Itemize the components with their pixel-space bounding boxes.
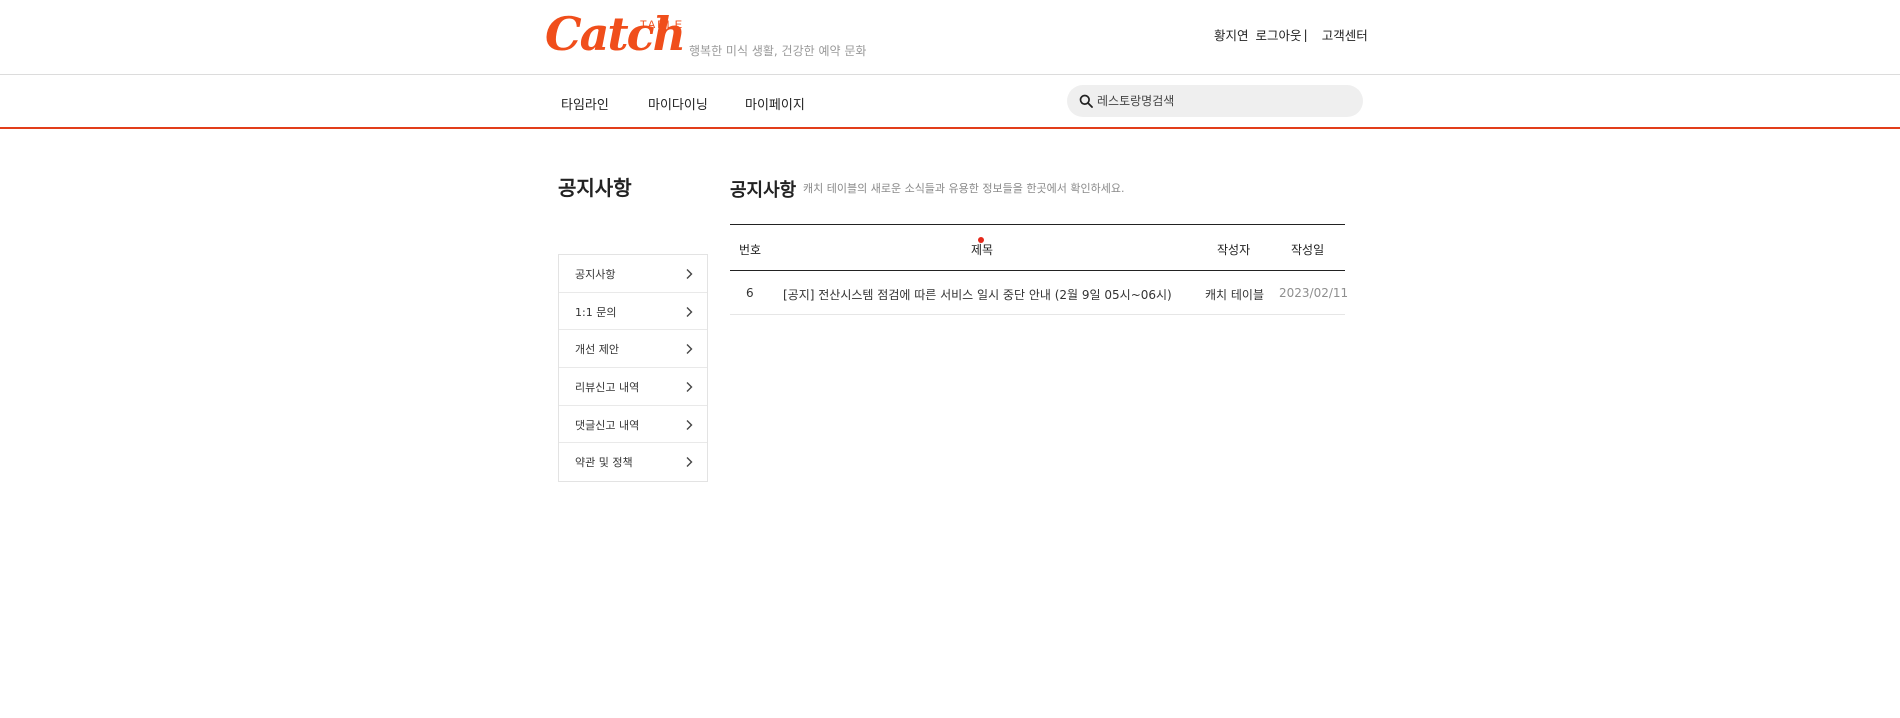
cursor-dot: [978, 237, 984, 243]
chevron-right-icon: [686, 419, 693, 430]
chevron-right-icon: [686, 306, 693, 317]
customer-center-link[interactable]: 고객센터: [1322, 25, 1368, 44]
column-header-title: 제목: [971, 243, 994, 257]
chevron-right-icon: [686, 382, 693, 393]
search-icon[interactable]: [1079, 94, 1093, 108]
sidebar-item-label: 공지사항: [575, 268, 616, 281]
table-header: 번호 제목 작성자 작성일: [730, 224, 1345, 271]
notice-table: 번호 제목 작성자 작성일 6 [공지] 전산시스템 점검에 따른 서비스 일시…: [730, 224, 1349, 315]
page-description: 캐치 테이블의 새로운 소식들과 유용한 정보들을 한곳에서 확인하세요.: [803, 182, 1125, 195]
sidebar-menu: 공지사항 1:1 문의 개선 제안 리뷰신고 내역 댓글신고 내역 약관 및 정…: [558, 254, 708, 483]
nav-bar: 타임라인 마이다이닝 마이페이지: [0, 75, 1900, 129]
sidebar-item-label: 리뷰신고 내역: [575, 381, 640, 395]
row-number: 6: [746, 286, 754, 300]
column-header-number: 번호: [739, 243, 762, 257]
table-row[interactable]: 6 [공지] 전산시스템 점검에 따른 서비스 일시 중단 안내 (2월 9일 …: [730, 271, 1349, 315]
user-menu: 황지연 로그아웃 | 고객센터: [1214, 25, 1368, 44]
column-header-date: 작성일: [1291, 243, 1325, 257]
column-header-author: 작성자: [1217, 243, 1251, 257]
nav-item-mypage[interactable]: 마이페이지: [745, 94, 805, 113]
search-box[interactable]: [1067, 85, 1363, 117]
page-title: 공지사항: [730, 180, 797, 201]
chevron-right-icon: [686, 269, 693, 279]
sidebar-item-review-reports[interactable]: 리뷰신고 내역: [559, 368, 707, 406]
sidebar-title: 공지사항: [558, 176, 632, 200]
sidebar-item-suggestion[interactable]: 개선 제안: [559, 330, 707, 369]
menu-separator: |: [1303, 27, 1308, 42]
restaurant-search-input[interactable]: [1097, 85, 1347, 117]
user-name[interactable]: 황지연: [1214, 25, 1249, 44]
nav-item-mydining[interactable]: 마이다이닝: [648, 94, 708, 113]
sidebar-item-label: 댓글신고 내역: [575, 418, 640, 432]
sidebar-item-label: 개선 제안: [575, 343, 619, 357]
sidebar-item-comment-reports[interactable]: 댓글신고 내역: [559, 406, 707, 444]
nav-item-timeline[interactable]: 타임라인: [561, 94, 609, 113]
logo-subtext: TABLE: [640, 19, 685, 31]
sidebar-item-terms[interactable]: 약관 및 정책: [559, 443, 707, 481]
chevron-right-icon: [686, 457, 693, 468]
catchtable-logo[interactable]: Catch TABLE: [545, 7, 686, 61]
top-header: Catch TABLE 행복한 미식 생활, 건강한 예약 문화 황지연 로그아…: [0, 0, 1900, 75]
row-author: 캐치 테이블: [1205, 288, 1265, 302]
tagline: 행복한 미식 생활, 건강한 예약 문화: [689, 44, 867, 58]
sidebar-item-label: 약관 및 정책: [575, 456, 633, 470]
chevron-right-icon: [686, 344, 693, 355]
row-date: 2023/02/11: [1279, 286, 1349, 300]
sidebar-item-inquiry[interactable]: 1:1 문의: [559, 293, 707, 331]
logout-link[interactable]: 로그아웃: [1256, 25, 1302, 44]
row-title-link[interactable]: [공지] 전산시스템 점검에 따른 서비스 일시 중단 안내 (2월 9일 05…: [783, 286, 1172, 303]
sidebar-item-label: 1:1 문의: [575, 305, 617, 319]
logo-wordmark: Catch: [545, 7, 686, 61]
sidebar-item-notice[interactable]: 공지사항: [559, 255, 707, 293]
